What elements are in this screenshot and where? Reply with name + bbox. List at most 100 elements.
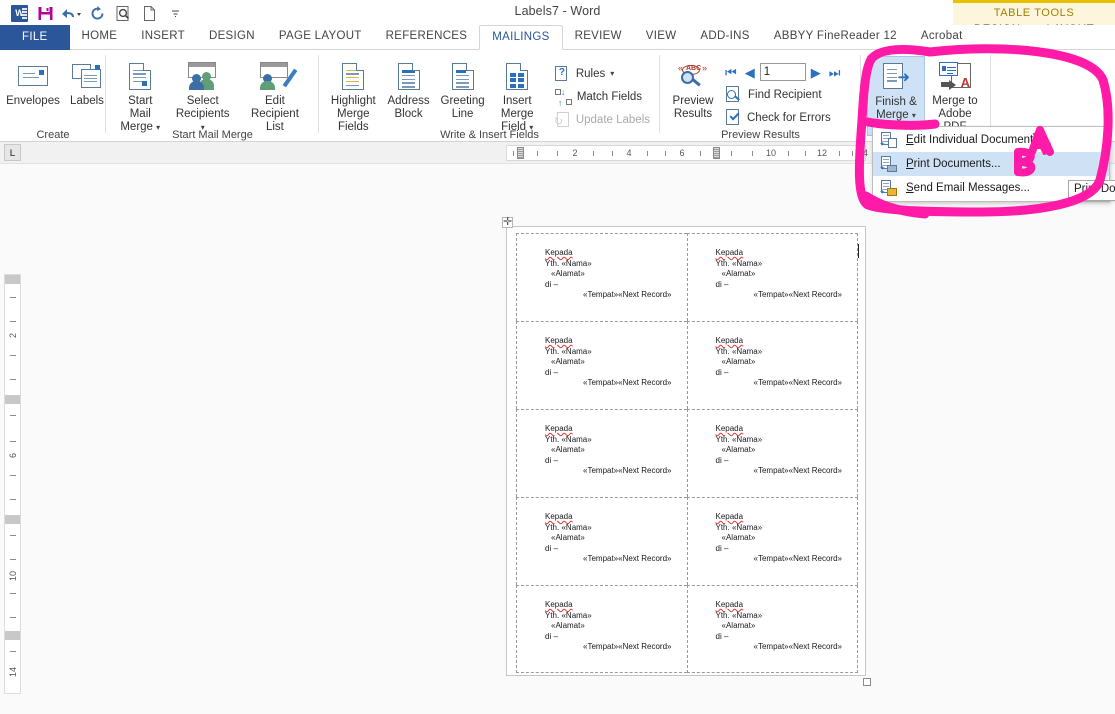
ruler-number-2: 2 bbox=[572, 148, 578, 158]
left-indent-marker[interactable] bbox=[517, 147, 524, 159]
label-cell[interactable]: Kepada Yth. «Nama» «Alamat» di – «Tempat… bbox=[516, 409, 687, 497]
document-page[interactable]: ✛ Kepada Yth. «Nama» «Alamat» di – «Temp… bbox=[502, 217, 871, 686]
check-for-errors-button[interactable]: Check for Errors bbox=[722, 106, 843, 129]
label-line-kepada: Kepada bbox=[715, 424, 744, 433]
tab-acrobat[interactable]: Acrobat bbox=[909, 25, 975, 50]
update-labels-button[interactable]: ↻ Update Labels bbox=[551, 108, 654, 131]
envelopes-button[interactable]: Envelopes bbox=[6, 56, 60, 110]
label-line-tempat: «Tempat»«Next Record» bbox=[583, 554, 672, 563]
address-block-button[interactable]: Address Block bbox=[382, 56, 436, 136]
table-move-handle[interactable]: ✛ bbox=[502, 217, 513, 228]
label-cell[interactable]: Kepada Yth. «Nama» «Alamat» di – «Tempat… bbox=[686, 409, 858, 497]
label-cell[interactable]: Kepada Yth. «Nama» «Alamat» di – «Tempat… bbox=[516, 497, 687, 585]
find-recipient-label: Find Recipient bbox=[748, 88, 822, 101]
vruler-number-2: 2 bbox=[8, 333, 18, 339]
label-cell[interactable]: Kepada Yth. «Nama» «Alamat» di – «Tempat… bbox=[516, 585, 687, 673]
label-cell[interactable]: Kepada Yth. «Nama» «Alamat» di – «Tempat… bbox=[686, 233, 859, 321]
table-row[interactable]: Kepada Yth. «Nama» «Alamat» di – «Tempat… bbox=[516, 585, 858, 673]
vruler-number-6: 6 bbox=[8, 453, 18, 459]
label-cell[interactable]: Kepada Yth. «Nama» «Alamat» di – «Tempat… bbox=[686, 321, 858, 409]
table-row[interactable]: Kepada Yth. «Nama» «Alamat» di – «Tempat… bbox=[516, 497, 858, 585]
tab-abbyy-finereader[interactable]: ABBYY FineReader 12 bbox=[762, 25, 909, 50]
label-line-nama: Yth. «Nama» bbox=[716, 347, 858, 358]
edit-recipient-list-button[interactable]: Edit Recipient List bbox=[237, 56, 313, 136]
tab-references[interactable]: REFERENCES bbox=[374, 25, 480, 50]
tab-home[interactable]: HOME bbox=[70, 25, 130, 50]
start-mail-merge-button[interactable]: Start Mail Merge ▾ bbox=[112, 56, 169, 136]
right-indent-marker[interactable] bbox=[713, 147, 720, 159]
insert-merge-field-button[interactable]: Insert Merge Field ▾ bbox=[490, 56, 545, 136]
merge-to-adobe-pdf-label1: Merge to bbox=[932, 95, 978, 107]
label-yth: Yth. bbox=[715, 346, 730, 356]
check-for-errors-label: Check for Errors bbox=[747, 111, 831, 124]
highlight-merge-fields-icon bbox=[342, 60, 365, 92]
vertical-ruler[interactable]: 2 6 10 14 bbox=[4, 274, 21, 694]
label-yth: Yth. bbox=[715, 610, 730, 620]
first-record-icon[interactable]: ⏮ bbox=[722, 66, 740, 79]
ruler-number-4: 4 bbox=[626, 148, 632, 158]
ruler-track[interactable]: 2 4 6 10 12 14 bbox=[506, 145, 868, 161]
label-line-alamat: «Alamat» bbox=[721, 445, 756, 454]
text-cursor bbox=[858, 244, 859, 258]
tab-file[interactable]: FILE bbox=[0, 25, 70, 50]
match-fields-button[interactable]: ↓ ↑ Match Fields bbox=[551, 85, 654, 108]
tab-view[interactable]: VIEW bbox=[634, 25, 689, 50]
tab-design[interactable]: DESIGN bbox=[197, 25, 267, 50]
label-cell[interactable]: Kepada Yth. «Nama» «Alamat» di – «Tempat… bbox=[516, 321, 687, 409]
ruler-number-12: 12 bbox=[816, 148, 828, 158]
table-resize-handle[interactable] bbox=[863, 678, 871, 686]
chevron-down-icon[interactable]: ▾ bbox=[912, 111, 916, 120]
label-yth: Yth. bbox=[545, 434, 560, 444]
select-recipients-icon bbox=[187, 60, 219, 92]
label-cell[interactable]: Kepada Yth. «Nama» «Alamat» di – «Tempat… bbox=[686, 497, 858, 585]
update-labels-label: Update Labels bbox=[575, 113, 650, 126]
find-recipient-button[interactable]: Find Recipient bbox=[722, 83, 843, 106]
title-bar: W Labels7 - Word TABLE TOOLS bbox=[0, 0, 1115, 50]
document-canvas[interactable]: 2 6 10 14 ✛ Kepada Yth. «Nama» «Alamat» … bbox=[0, 164, 1115, 714]
update-labels-icon: ↻ bbox=[554, 111, 571, 128]
label-cell[interactable]: Kepada Yth. «Nama» «Alamat» di – «Tempat… bbox=[516, 233, 687, 321]
label-field-nama: «Nama» bbox=[731, 434, 763, 444]
start-mail-merge-label1: Start Mail bbox=[128, 95, 153, 120]
tab-stop-selector[interactable]: L bbox=[4, 144, 21, 161]
select-recipients-button[interactable]: Select Recipients ▾ bbox=[169, 56, 237, 136]
label-field-nama: «Nama» bbox=[561, 346, 592, 356]
last-record-icon[interactable]: ⏭ bbox=[826, 66, 844, 79]
label-line-di: di – bbox=[715, 455, 729, 465]
label-line-nama: Yth. «Nama» bbox=[716, 259, 858, 270]
label-line-di: di – bbox=[545, 631, 558, 641]
label-yth: Yth. bbox=[545, 610, 560, 620]
address-block-label2: Block bbox=[394, 108, 423, 120]
menu-item-edit-individual-documents[interactable]: + Edit Individual Documents... bbox=[873, 128, 1109, 152]
finish-and-merge-button[interactable]: ➜ Finish & Merge ▾ bbox=[867, 56, 925, 136]
rules-button[interactable]: ? Rules ▾ bbox=[551, 62, 654, 85]
menu-item-print-documents[interactable]: + Print Documents... bbox=[873, 152, 1109, 176]
table-row[interactable]: Kepada Yth. «Nama» «Alamat» di – «Tempat… bbox=[516, 233, 859, 321]
merge-to-adobe-pdf-button[interactable]: A Merge to Adobe PDF bbox=[925, 56, 985, 136]
ribbon-group-create: Envelopes Labels Create bbox=[0, 50, 106, 142]
label-line-di: di – bbox=[545, 367, 558, 377]
highlight-merge-fields-button[interactable]: Highlight Merge Fields bbox=[325, 56, 382, 136]
group-title-create: Create bbox=[36, 129, 70, 141]
label-line-nama: Yth. «Nama» bbox=[545, 347, 687, 358]
label-line-kepada: Kepada bbox=[545, 600, 573, 609]
tab-review[interactable]: REVIEW bbox=[563, 25, 634, 50]
tab-mailings[interactable]: MAILINGS bbox=[479, 25, 563, 50]
chevron-down-icon[interactable]: ▾ bbox=[610, 69, 614, 78]
next-record-icon[interactable]: ▶ bbox=[808, 66, 824, 79]
tab-page-layout[interactable]: PAGE LAYOUT bbox=[267, 25, 374, 50]
label-cell[interactable]: Kepada Yth. «Nama» «Alamat» di – «Tempat… bbox=[686, 585, 858, 673]
labels-table[interactable]: Kepada Yth. «Nama» «Alamat» di – «Tempat… bbox=[516, 233, 859, 673]
table-row[interactable]: Kepada Yth. «Nama» «Alamat» di – «Tempat… bbox=[516, 409, 858, 497]
envelopes-label: Envelopes bbox=[6, 95, 60, 107]
record-number-input[interactable] bbox=[759, 63, 806, 81]
match-fields-icon: ↓ ↑ bbox=[554, 87, 572, 108]
tab-insert[interactable]: INSERT bbox=[129, 25, 197, 50]
print-documents-tooltip: Print Do bbox=[1068, 180, 1115, 201]
greeting-line-button[interactable]: Greeting Line bbox=[436, 56, 490, 136]
table-row[interactable]: Kepada Yth. «Nama» «Alamat» di – «Tempat… bbox=[516, 321, 858, 409]
preview-results-button[interactable]: «» ABC Preview Results bbox=[666, 56, 720, 129]
label-field-nama: «Nama» bbox=[561, 258, 592, 268]
tab-add-ins[interactable]: ADD-INS bbox=[688, 25, 761, 50]
previous-record-icon[interactable]: ◀ bbox=[742, 66, 758, 79]
